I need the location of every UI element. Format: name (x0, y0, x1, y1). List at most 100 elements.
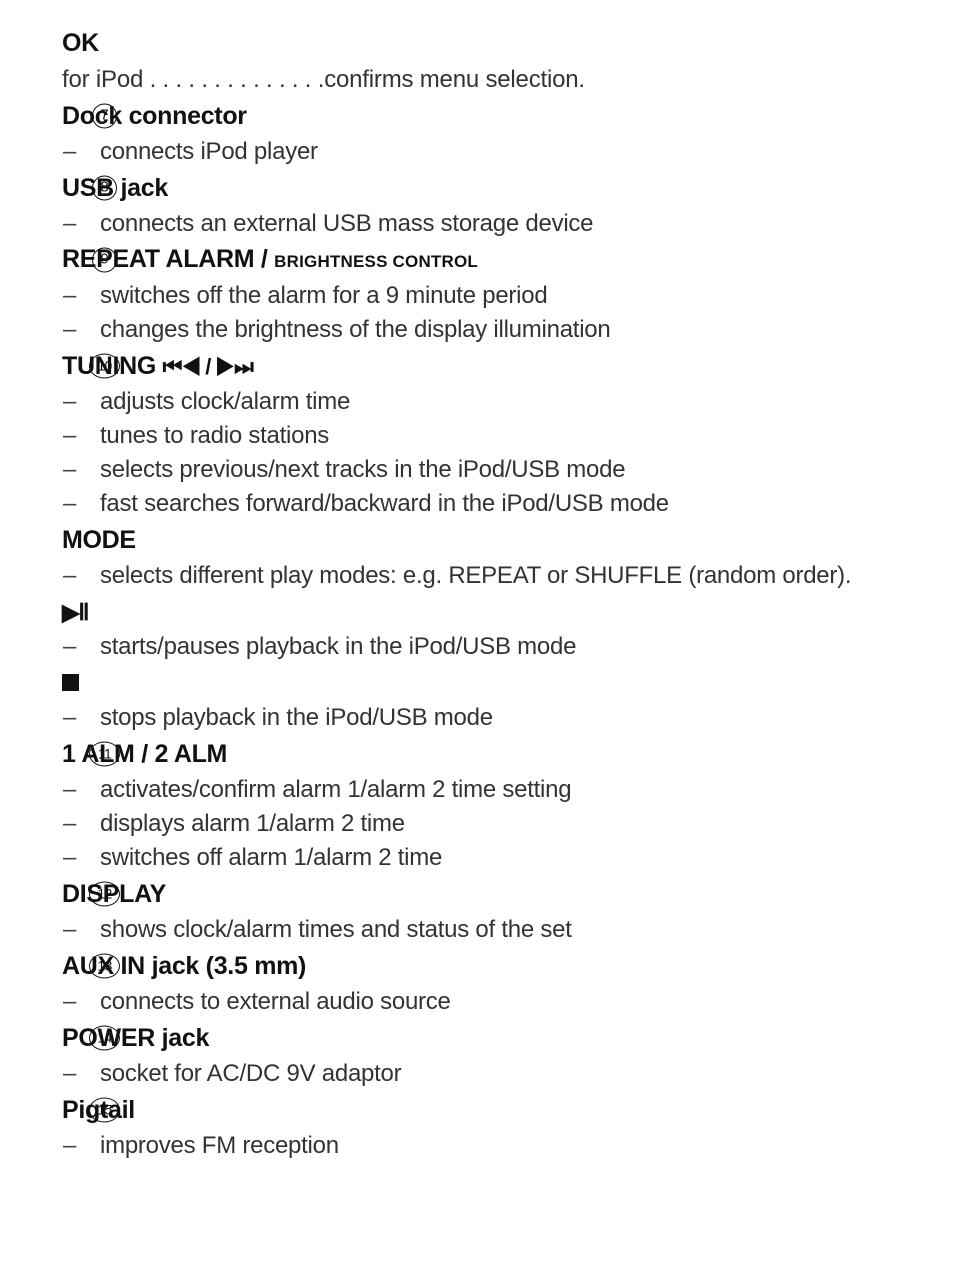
bullet-dash: – (63, 316, 77, 343)
bullet-dash: – (63, 1132, 77, 1159)
entry-heading-row: 15 Pigtail (62, 1091, 954, 1129)
bullet-text: shows clock/alarm times and status of th… (100, 916, 572, 943)
symbol-heading-row: ▶Ⅱ (62, 593, 954, 630)
entry-heading-row: 12 DISPLAY (62, 875, 954, 913)
stop-icon (62, 674, 79, 691)
bullet-text: socket for AC/DC 9V adaptor (100, 1060, 402, 1087)
entry-heading-row: 11 1 ALM / 2 ALM (62, 735, 954, 773)
control-entry-pigtail: 15 Pigtail – improves FM reception (0, 1091, 954, 1163)
control-entry-power-jack: 14 POWER jack – socket for AC/DC 9V adaptor (0, 1019, 954, 1091)
bullet-dash: – (63, 916, 77, 943)
bullet-text: changes the brightness of the display il… (100, 316, 611, 343)
callout-number-15: 15 (89, 1097, 120, 1123)
bullet-text: adjusts clock/alarm time (100, 388, 351, 415)
entry-bullet-row: – displays alarm 1/alarm 2 time (62, 807, 954, 841)
entry-bullet-row: – shows clock/alarm times and status of t… (62, 913, 954, 947)
bullet-text: displays alarm 1/alarm 2 time (100, 810, 405, 837)
entry-bullet-row: – switches off the alarm for a 9 minute p… (62, 279, 954, 313)
entry-heading: OK (62, 28, 99, 58)
control-entry-usb-jack: 8 USB jack – connects an external USB mass … (0, 169, 954, 241)
control-entry-alarm-1-2: 11 1 ALM / 2 ALM – activates/confirm alarm … (0, 735, 954, 875)
entry-bullet-row: – changes the brightness of the display i… (62, 313, 954, 347)
entry-heading-row: OK (62, 24, 954, 62)
callout-number-8: 8 (92, 175, 117, 201)
callout-number-7: 7 (92, 103, 117, 129)
control-entry-repeat-alarm: 9 REPEAT ALARM / BRIGHTNESS CONTROL – switc… (0, 241, 954, 347)
bullet-dash: – (63, 633, 77, 660)
entry-heading: MODE (62, 525, 136, 555)
bullet-text: stops playback in the iPod/USB mode (100, 704, 493, 731)
entry-heading-text: MODE (62, 526, 136, 554)
bullet-dash: – (63, 776, 77, 803)
entry-bullet-row: – switches off alarm 1/alarm 2 time (62, 841, 954, 875)
entry-bullet-row: – improves FM reception (62, 1129, 954, 1163)
entry-heading-row: 10 TUNING ⏮◀ / ▶⏭ (62, 347, 954, 385)
entry-bullet-row: – tunes to radio stations (62, 419, 954, 453)
bullet-dash: – (63, 282, 77, 309)
entry-heading-row: 8 USB jack (62, 169, 954, 207)
bullet-text: connects iPod player (100, 138, 318, 165)
entry-bullet-row: – selects different play modes: e.g. REPE… (62, 559, 954, 593)
symbol-heading-row (62, 664, 954, 701)
bullet-dash: – (63, 704, 77, 731)
entry-heading-text: POWER jack (62, 1024, 210, 1052)
bullet-dash: – (63, 456, 77, 483)
callout-number-10: 10 (89, 353, 120, 379)
tuning-skip-icons: ⏮◀ / ▶⏭ (162, 353, 254, 379)
play-pause-icon: ▶Ⅱ (62, 598, 90, 625)
bullet-text: selects previous/next tracks in the iPod… (100, 456, 626, 483)
control-entry-aux-in-jack: 13 AUX IN jack (3.5 mm) – connects to exter… (0, 947, 954, 1019)
callout-number-9: 9 (92, 247, 117, 273)
entry-bullet-row: – starts/pauses playback in the iPod/USB … (62, 630, 954, 664)
callout-number-12: 12 (89, 881, 120, 907)
entry-bullet-row: – adjusts clock/alarm time (62, 385, 954, 419)
callout-number-13: 13 (89, 953, 120, 979)
entry-bullet-row: – connects to external audio source (62, 985, 954, 1019)
control-entry-tuning: 10 TUNING ⏮◀ / ▶⏭ – adjusts clock/alarm tim… (0, 347, 954, 521)
entry-heading-text: Dock connector (62, 102, 247, 130)
bullet-dash: – (63, 138, 77, 165)
bullet-text: tunes to radio stations (100, 422, 330, 449)
control-entry-mode: MODE – selects different play modes: e.g. … (0, 521, 954, 593)
entry-heading-row: 13 AUX IN jack (3.5 mm) (62, 947, 954, 985)
entry-note-text: for iPod . . . . . . . . . . . . . .conf… (62, 65, 585, 93)
callout-number-11: 11 (89, 741, 120, 767)
entry-bullet-row: – stops playback in the iPod/USB mode (62, 701, 954, 735)
entry-bullet-row: – connects an external USB mass storage d… (62, 207, 954, 241)
bullet-text: activates/confirm alarm 1/alarm 2 time s… (100, 776, 572, 803)
bullet-dash: – (63, 844, 77, 871)
bullet-text: improves FM reception (100, 1132, 339, 1159)
callout-number-14: 14 (89, 1025, 120, 1051)
bullet-dash: – (63, 810, 77, 837)
entry-heading-text: 1 ALM / 2 ALM (62, 740, 228, 768)
bullet-dash: – (63, 988, 77, 1015)
entry-bullet-row: – connects iPod player (62, 135, 954, 169)
control-entry-play-pause: ▶Ⅱ – starts/pauses playback in the iPod/US… (0, 593, 954, 664)
entry-bullet-row: – fast searches forward/backward in the i… (62, 487, 954, 521)
entry-bullet-row: – activates/confirm alarm 1/alarm 2 time … (62, 773, 954, 807)
bullet-dash: – (63, 422, 77, 449)
bullet-text: selects different play modes: e.g. REPEA… (100, 562, 852, 589)
bullet-dash: – (63, 388, 77, 415)
entry-heading: 1 ALM / 2 ALM (62, 739, 227, 769)
bullet-dash: – (63, 490, 77, 517)
entry-heading-row: MODE (62, 521, 954, 559)
bullet-dash: – (63, 1060, 77, 1087)
entry-heading-row: 9 REPEAT ALARM / BRIGHTNESS CONTROL (62, 241, 954, 279)
control-entry-display: 12 DISPLAY – shows clock/alarm times and st… (0, 875, 954, 947)
control-entry-stop: – stops playback in the iPod/USB mode (0, 664, 954, 735)
entry-heading-row: 7 Dock connector (62, 97, 954, 135)
entry-heading-text: OK (62, 29, 99, 57)
entry-bullet-row: – socket for AC/DC 9V adaptor (62, 1057, 954, 1091)
entry-heading: REPEAT ALARM / BRIGHTNESS CONTROL (62, 244, 478, 277)
control-reference-list: OK for iPod . . . . . . . . . . . . . .co… (0, 24, 954, 1163)
bullet-text: switches off alarm 1/alarm 2 time (100, 844, 443, 871)
entry-heading-row: 14 POWER jack (62, 1019, 954, 1057)
entry-note-row: for iPod . . . . . . . . . . . . . .conf… (62, 62, 954, 97)
entry-heading-secondary: BRIGHTNESS CONTROL (274, 251, 478, 271)
entry-bullet-row: – selects previous/next tracks in the iPo… (62, 453, 954, 487)
bullet-text: fast searches forward/backward in the iP… (100, 490, 669, 517)
control-entry-dock-connector: 7 Dock connector – connects iPod player (0, 97, 954, 169)
control-entry-ok: OK for iPod . . . . . . . . . . . . . .co… (0, 24, 954, 97)
entry-heading: POWER jack (62, 1023, 209, 1053)
